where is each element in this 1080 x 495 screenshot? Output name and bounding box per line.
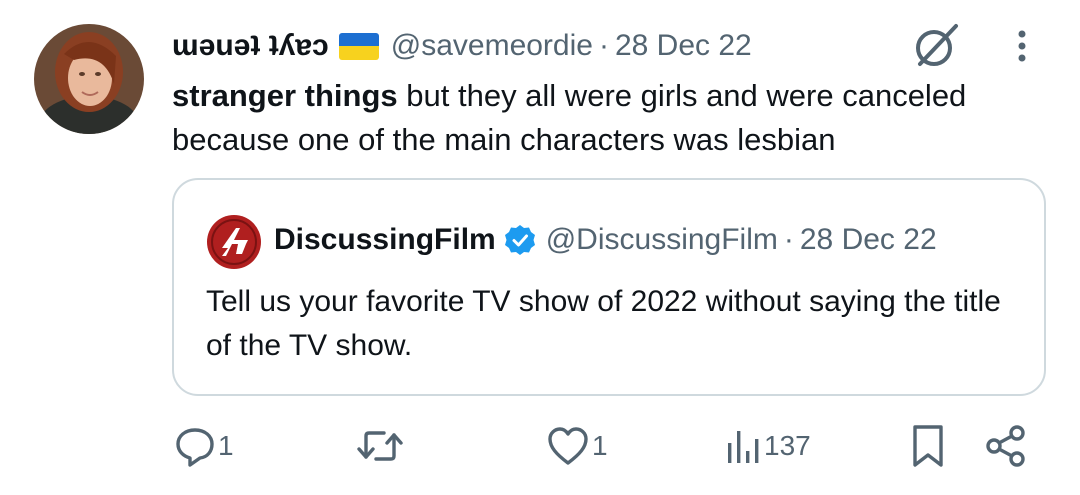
separator-dot: · xyxy=(598,29,609,62)
views-icon xyxy=(726,425,762,467)
quote-separator-dot: · xyxy=(783,223,794,256)
quote-text: Tell us your favorite TV show of 2022 wi… xyxy=(206,285,1001,362)
ukraine-flag-icon xyxy=(338,32,379,60)
user-handle[interactable]: @savemeordie xyxy=(391,29,593,63)
tweet-text: stranger things but they all were girls … xyxy=(172,74,1052,162)
reply-icon xyxy=(174,425,216,467)
like-button[interactable]: 1 xyxy=(546,420,608,472)
quote-date[interactable]: 28 Dec 22 xyxy=(800,223,937,257)
views-count: 137 xyxy=(764,430,811,461)
quote-header: DiscussingFilm @DiscussingFilm · 28 Dec … xyxy=(274,218,937,262)
share-button[interactable] xyxy=(984,420,1028,472)
grok-icon[interactable] xyxy=(910,20,962,72)
like-icon xyxy=(546,425,590,467)
quote-display-name[interactable]: DiscussingFilm xyxy=(274,223,496,257)
verified-icon xyxy=(504,224,536,256)
action-bar: 1 1 137 xyxy=(0,420,1080,472)
tweet-text-bold: stranger things xyxy=(172,78,398,113)
retweet-button[interactable] xyxy=(356,420,406,472)
discussingfilm-logo xyxy=(206,214,262,270)
bookmark-button[interactable] xyxy=(910,420,946,472)
bookmark-icon xyxy=(910,424,946,468)
share-icon xyxy=(984,424,1028,468)
avatar[interactable] xyxy=(34,24,144,134)
tweet-date[interactable]: 28 Dec 22 xyxy=(615,29,752,63)
display-name[interactable]: ɯəuəʇ ʇʎɐɔ xyxy=(172,29,329,63)
tweet-header: ɯəuəʇ ʇʎɐɔ @savemeordie · 28 Dec 22 xyxy=(172,26,752,66)
quote-handle[interactable]: @DiscussingFilm xyxy=(546,223,778,257)
retweet-icon xyxy=(356,425,404,467)
like-count: 1 xyxy=(592,430,608,461)
reply-button[interactable]: 1 xyxy=(174,420,234,472)
more-icon[interactable] xyxy=(1010,28,1034,68)
quoted-tweet[interactable]: DiscussingFilm @DiscussingFilm · 28 Dec … xyxy=(172,178,1046,396)
views-button[interactable]: 137 xyxy=(726,420,811,472)
reply-count: 1 xyxy=(218,430,234,461)
